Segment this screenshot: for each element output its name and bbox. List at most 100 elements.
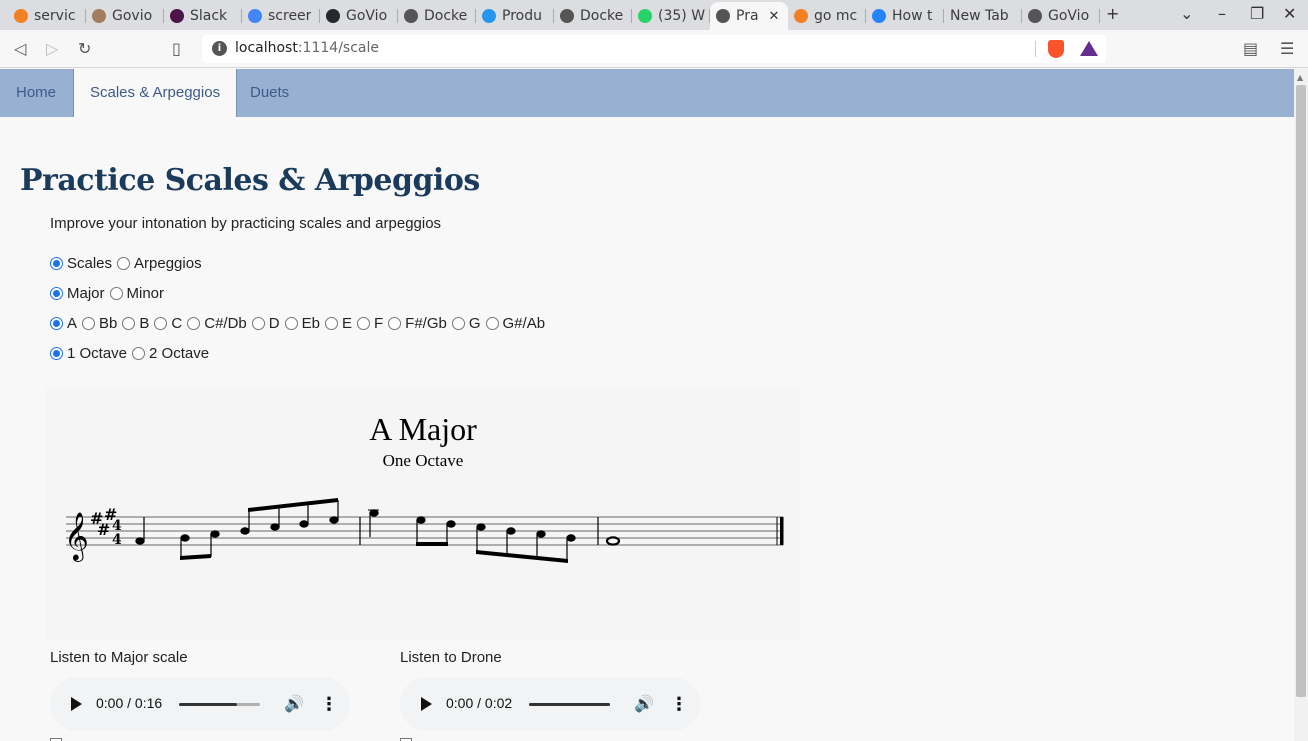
radio-2-octave[interactable] (132, 347, 146, 360)
key-radio[interactable] (284, 317, 298, 330)
play-icon[interactable] (421, 697, 432, 711)
key-radio[interactable] (388, 317, 402, 330)
restore-icon[interactable]: ❐ (1250, 4, 1264, 23)
radio-label: G (468, 315, 481, 332)
key-radio[interactable] (324, 317, 338, 330)
radio-label: 2 Octave (149, 345, 210, 362)
tab-title: Produ (502, 7, 542, 24)
browser-tab[interactable]: Slack (164, 3, 242, 28)
browser-tab[interactable]: Govio (86, 3, 164, 28)
type-option-arpeggios[interactable]: Arpeggios (117, 255, 202, 272)
key-option[interactable]: Eb (284, 315, 320, 332)
key-option[interactable]: C (154, 315, 182, 332)
browser-tab[interactable]: servic (8, 3, 86, 28)
browser-tab[interactable]: Pra ✕ (710, 2, 788, 30)
key-option[interactable]: B (122, 315, 149, 332)
key-radio[interactable] (251, 317, 265, 330)
new-tab-icon[interactable]: + (1106, 4, 1119, 23)
radio-1-octave[interactable] (50, 347, 63, 360)
key-radio[interactable] (82, 317, 96, 330)
radio-label: G#/Ab (502, 315, 546, 332)
measure-1-notes (135, 498, 339, 560)
radio-minor[interactable] (109, 287, 123, 300)
avatar-icon (92, 8, 106, 23)
radio-arpeggios[interactable] (117, 257, 131, 270)
key-option[interactable]: A (50, 315, 77, 332)
key-option[interactable]: G#/Ab (485, 315, 546, 332)
key-option[interactable]: F#/Gb (388, 315, 447, 332)
browser-tab[interactable]: Docke (554, 3, 632, 28)
address-bar[interactable]: i localhost:1114/scale (202, 35, 1106, 63)
key-radio[interactable] (451, 317, 465, 330)
brave-shields-icon[interactable] (1048, 40, 1064, 58)
key-option[interactable]: F (356, 315, 383, 332)
type-option-scales[interactable]: Scales (50, 255, 112, 272)
scale-volume-track[interactable] (179, 703, 260, 706)
key-option[interactable]: E (324, 315, 352, 332)
radio-major[interactable] (50, 287, 63, 300)
close-tab-icon[interactable]: ✕ (769, 9, 780, 24)
tab-search-icon[interactable]: ⌄ (1180, 4, 1193, 23)
forward-icon[interactable]: ▷ (46, 39, 58, 58)
key-radio[interactable] (122, 317, 136, 330)
nav-scales-arpeggios[interactable]: Scales & Arpeggios (73, 69, 238, 117)
key-radio[interactable] (356, 317, 370, 330)
drone-audio-player: 0:00 / 0:02 🔊 ⋮ (400, 677, 700, 731)
google-icon (248, 8, 262, 23)
page-scrollbar[interactable]: ▲ (1294, 69, 1308, 741)
minimize-icon[interactable]: – (1218, 4, 1226, 23)
volume-icon[interactable]: 🔊 (634, 694, 654, 713)
nav-home[interactable]: Home (0, 69, 72, 117)
radio-label: B (139, 315, 150, 332)
more-options-icon[interactable]: ⋮ (670, 694, 688, 715)
key-radio[interactable] (187, 317, 201, 330)
browser-tab[interactable]: New Tab (944, 3, 1022, 28)
key-radio[interactable] (50, 317, 63, 330)
browser-tab[interactable]: Produ (476, 3, 554, 28)
octave-option-1[interactable]: 1 Octave (50, 345, 127, 362)
key-option[interactable]: G (451, 315, 481, 332)
browser-tab[interactable]: go mc (788, 3, 866, 28)
volume-icon[interactable]: 🔊 (284, 694, 304, 713)
tab-title: screer (268, 7, 312, 24)
key-radio[interactable] (154, 317, 168, 330)
octave-option-2[interactable]: 2 Octave (132, 345, 209, 362)
browser-tab[interactable]: screer (242, 3, 320, 28)
more-options-icon[interactable]: ⋮ (320, 694, 338, 715)
tab-title: GoVio (346, 7, 388, 24)
tonality-option-minor[interactable]: Minor (109, 285, 164, 302)
site-info-icon[interactable]: i (212, 41, 227, 56)
browser-tab[interactable]: Docke (398, 3, 476, 28)
key-option[interactable]: Bb (82, 315, 117, 332)
browser-tab[interactable]: (35) W (632, 3, 710, 28)
tab-title: Govio (112, 7, 153, 24)
key-option[interactable]: D (251, 315, 280, 332)
radio-scales[interactable] (50, 257, 63, 270)
key-option[interactable]: C#/Db (187, 315, 247, 332)
scroll-up-icon[interactable]: ▲ (1297, 73, 1303, 82)
url-text[interactable]: localhost:1114/scale (235, 40, 379, 56)
scrollbar-thumb[interactable] (1296, 85, 1306, 697)
bookmark-icon[interactable]: ▯ (172, 39, 181, 58)
radio-label: A (67, 315, 78, 332)
brave-rewards-icon[interactable] (1080, 41, 1098, 56)
tonality-option-major[interactable]: Major (50, 285, 105, 302)
tab-separator (1099, 9, 1100, 23)
play-icon[interactable] (71, 697, 82, 711)
browser-tab[interactable]: How t (866, 3, 944, 28)
close-window-icon[interactable]: ✕ (1283, 4, 1296, 23)
browser-tab[interactable]: GoVio (320, 3, 398, 28)
octave-radio-group: 1 Octave 2 Octave (50, 345, 214, 362)
back-icon[interactable]: ◁ (14, 39, 26, 58)
nav-duets[interactable]: Duets (234, 69, 305, 117)
radio-label: 1 Octave (67, 345, 128, 362)
wallet-icon[interactable]: ▤ (1243, 39, 1258, 58)
drone-volume-track[interactable] (529, 703, 610, 706)
stackoverflow-icon (14, 8, 28, 23)
key-radio[interactable] (485, 317, 499, 330)
scale-audio-player: 0:00 / 0:16 🔊 ⋮ (50, 677, 350, 731)
reload-icon[interactable]: ↻ (78, 39, 91, 58)
page-lead: Improve your intonation by practicing sc… (50, 215, 442, 232)
browser-tab[interactable]: GoVio (1022, 3, 1100, 28)
menu-icon[interactable]: ☰ (1280, 39, 1294, 58)
